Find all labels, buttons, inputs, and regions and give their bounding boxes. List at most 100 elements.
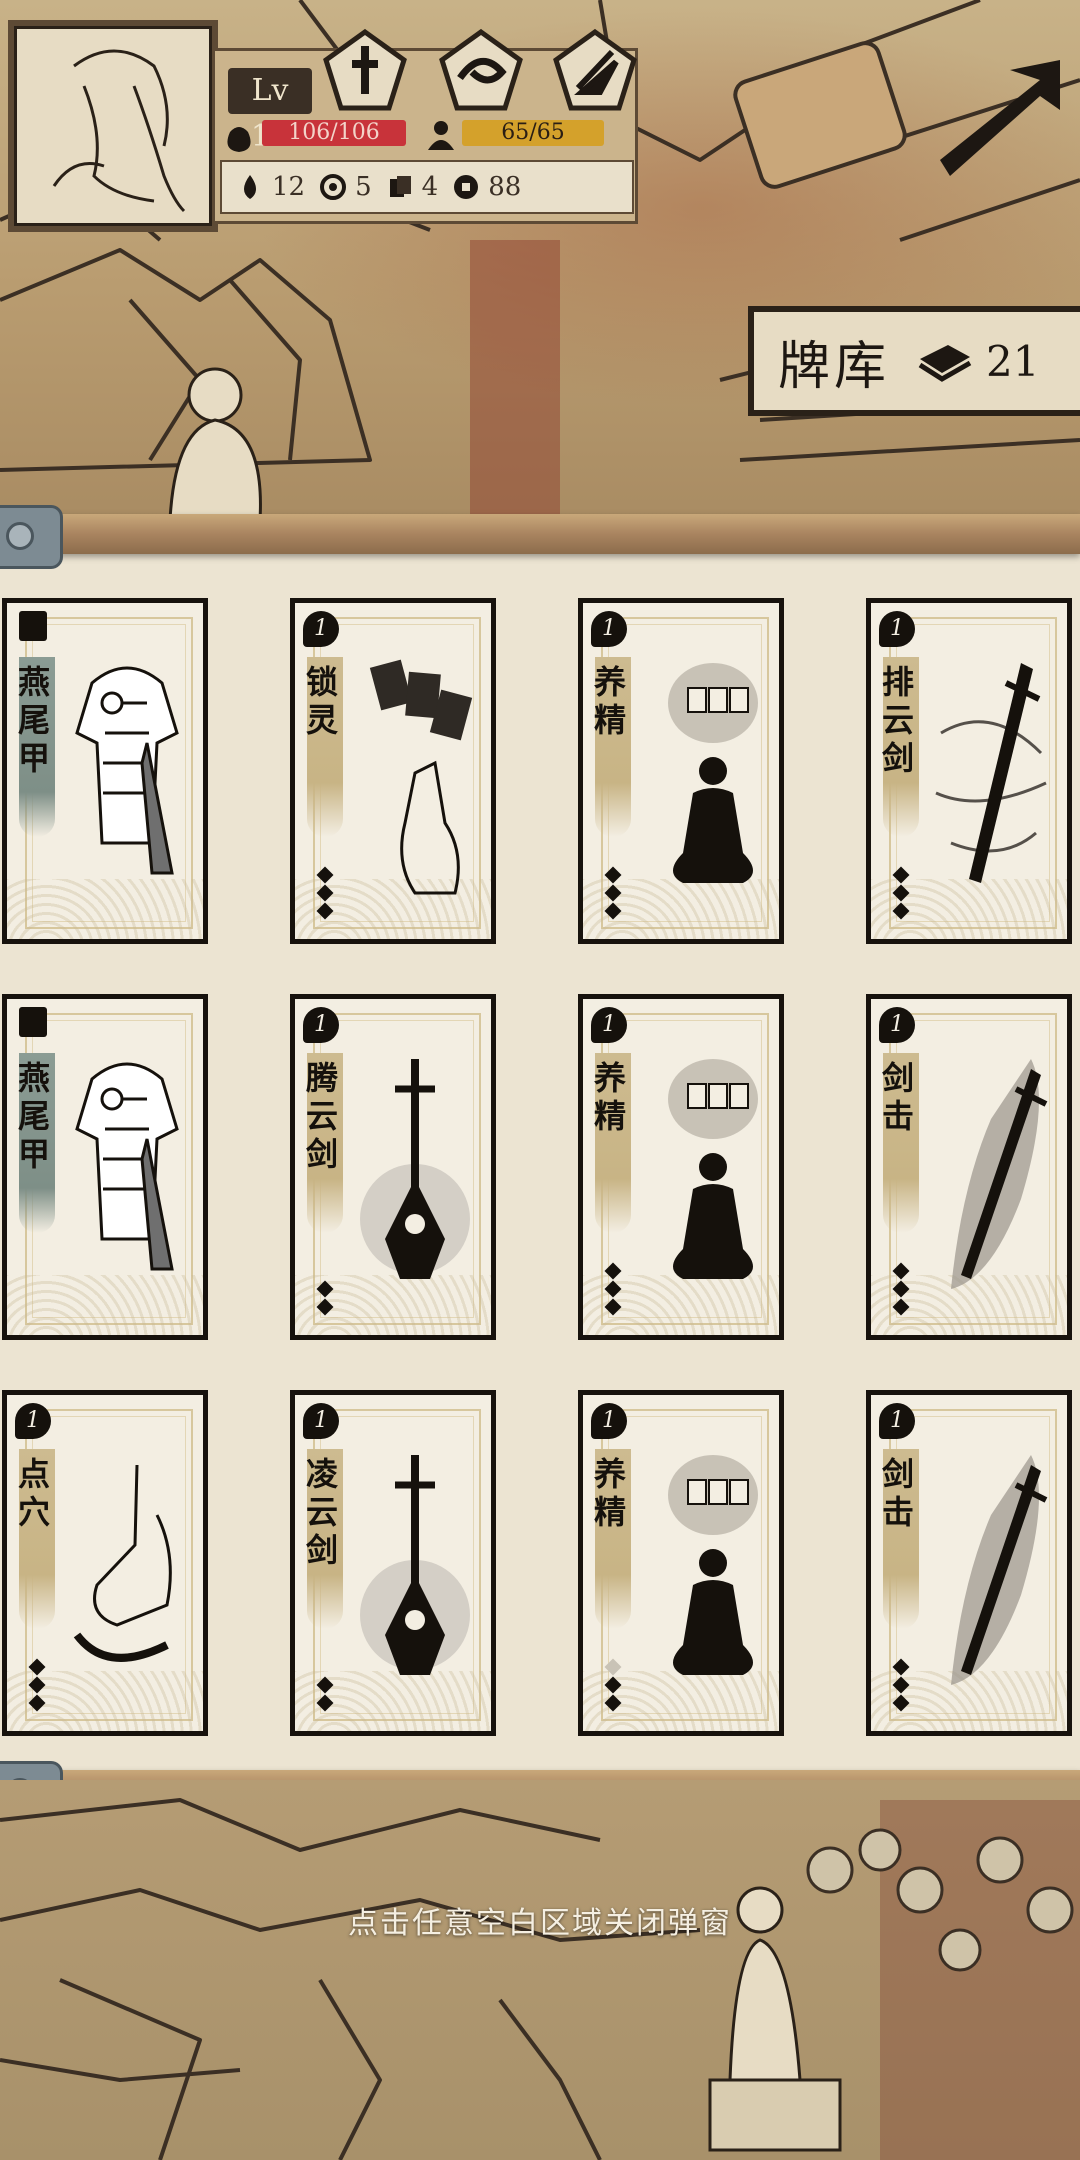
- hp-pouch-icon: [227, 127, 251, 152]
- stat-spiral-value: 5: [355, 172, 372, 202]
- card-name: 锁灵: [301, 665, 339, 741]
- energy-bar: 65/65: [462, 120, 604, 146]
- card-4[interactable]: 1 排云剑: [866, 598, 1072, 944]
- sword-strike-icon: [921, 1039, 1061, 1309]
- level-pip: [604, 1280, 622, 1298]
- background-scene-bottom: [0, 1780, 1080, 2160]
- card-6[interactable]: 1 腾云剑: [290, 994, 496, 1340]
- deck-count: 21: [986, 336, 1040, 386]
- boot-icon: [19, 611, 47, 641]
- cards-icon: [389, 176, 411, 197]
- card-cost: 1: [303, 1007, 339, 1043]
- level-pip: [316, 1298, 334, 1316]
- level-pip: [604, 1694, 622, 1712]
- level-pip: [28, 1658, 46, 1676]
- card-5[interactable]: 燕尾甲: [2, 994, 208, 1340]
- hand-cards-icon: [345, 643, 485, 913]
- pentagon-sword-icon: [323, 28, 407, 111]
- card-name: 燕尾甲: [13, 665, 51, 779]
- card-level-pips: [27, 1655, 47, 1712]
- level-pip: [892, 884, 910, 902]
- level-pip: [604, 1262, 622, 1280]
- card-cost: 1: [879, 611, 915, 647]
- card-12[interactable]: 1 剑击: [866, 1390, 1072, 1736]
- card-name: 养精: [589, 1457, 627, 1533]
- level-pip: [604, 1658, 622, 1676]
- hp-bar: 106/106: [262, 120, 406, 146]
- scroll-rod-top: [0, 505, 1080, 569]
- card-7[interactable]: 1 养精: [578, 994, 784, 1340]
- stat-coin-value: 88: [488, 172, 522, 202]
- card-8[interactable]: 1 剑击: [866, 994, 1072, 1340]
- level-pip: [604, 902, 622, 920]
- meditation-icon: [633, 1435, 773, 1705]
- skill-slot-3[interactable]: [552, 28, 638, 114]
- skill-slot-1[interactable]: [322, 28, 408, 114]
- spiral-icon: [320, 174, 347, 200]
- card-cost: 1: [879, 1403, 915, 1439]
- card-cost: 1: [591, 1403, 627, 1439]
- sword-storm-icon: [921, 643, 1061, 913]
- card-cost: 1: [303, 1403, 339, 1439]
- card-2[interactable]: 1 锁灵: [290, 598, 496, 944]
- card-cost: 1: [303, 611, 339, 647]
- level-pip: [316, 1676, 334, 1694]
- skill-slot-2[interactable]: [438, 28, 524, 114]
- level-pip: [892, 1676, 910, 1694]
- level-pip: [892, 902, 910, 920]
- stat-drop: 12: [236, 172, 305, 202]
- card-3[interactable]: 1 养精: [578, 598, 784, 944]
- card-name: 燕尾甲: [13, 1061, 51, 1175]
- pentagon-hand-icon: [553, 28, 637, 111]
- heroine-avatar: [52, 49, 186, 213]
- card-9[interactable]: 1 点穴: [2, 1390, 208, 1736]
- armor-icon: [57, 1039, 197, 1309]
- deck-title: 牌库: [778, 336, 891, 397]
- person-icon: [428, 121, 454, 150]
- stat-cards: 4: [386, 172, 439, 202]
- level-label: Lv 11: [228, 68, 312, 154]
- card-name: 凌云剑: [301, 1457, 339, 1571]
- player-portrait[interactable]: [8, 20, 218, 232]
- level-pip: [604, 884, 622, 902]
- deck-icon: [918, 345, 972, 382]
- card-name: 养精: [589, 665, 627, 741]
- sword-raise-icon: [345, 1435, 485, 1705]
- card-level-pips: [603, 863, 623, 920]
- level-pip: [316, 866, 334, 884]
- level-pip: [316, 884, 334, 902]
- level-pip: [316, 1694, 334, 1712]
- card-11[interactable]: 1 养精: [578, 1390, 784, 1736]
- level-pip: [892, 1694, 910, 1712]
- card-cost: 1: [591, 1007, 627, 1043]
- level-pip: [604, 866, 622, 884]
- card-10[interactable]: 1 凌云剑: [290, 1390, 496, 1736]
- card-name: 点穴: [13, 1457, 51, 1533]
- sword-strike-icon: [921, 1435, 1061, 1705]
- boot-icon: [19, 1007, 47, 1037]
- card-cost: 1: [15, 1403, 51, 1439]
- card-level-pips: [315, 1277, 335, 1316]
- meditation-icon: [633, 643, 773, 913]
- level-pip: [28, 1676, 46, 1694]
- level-pip: [892, 1298, 910, 1316]
- card-cost: 1: [879, 1007, 915, 1043]
- card-name: 养精: [589, 1061, 627, 1137]
- stat-coin: 88: [452, 172, 521, 202]
- armor-icon: [57, 643, 197, 913]
- coin-icon: [454, 175, 479, 199]
- level-pip: [892, 1280, 910, 1298]
- card-level-pips: [315, 863, 335, 920]
- scroll-cap-top: [0, 505, 63, 569]
- deck-banner[interactable]: 牌库 21: [748, 306, 1080, 416]
- card-name: 腾云剑: [301, 1061, 339, 1175]
- card-level-pips: [315, 1673, 335, 1712]
- card-level-pips: [891, 1655, 911, 1712]
- stat-row: 12 5 4 88: [220, 160, 634, 214]
- card-level-pips: [603, 1655, 623, 1712]
- stat-cards-value: 4: [421, 172, 439, 202]
- card-1[interactable]: 燕尾甲: [2, 598, 208, 944]
- stat-drop-value: 12: [272, 172, 306, 202]
- card-cost: 1: [591, 611, 627, 647]
- card-name: 排云剑: [877, 665, 915, 779]
